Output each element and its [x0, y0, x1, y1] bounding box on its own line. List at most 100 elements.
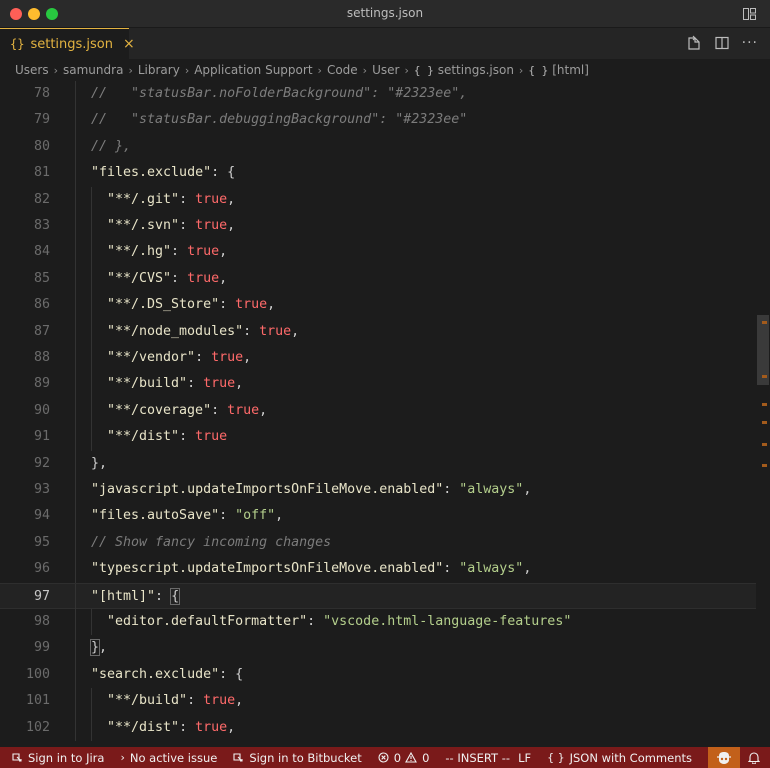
editor-actions: ···	[686, 35, 758, 51]
code-line[interactable]: 86 "**/.DS_Store": true,	[0, 292, 756, 319]
indent-guide	[75, 133, 76, 161]
code-line[interactable]: 84 "**/.hg": true,	[0, 239, 756, 266]
jira-label: Sign in to Jira	[28, 750, 105, 765]
open-file-icon[interactable]	[686, 35, 702, 51]
tab-settings-json[interactable]: {} settings.json ×	[0, 28, 135, 59]
notifications-bell-icon[interactable]	[748, 751, 760, 764]
code-line[interactable]: 100 "search.exclude": {	[0, 661, 756, 689]
line-number: 98	[33, 614, 50, 629]
code-token: "always"	[459, 561, 524, 577]
code-token: ,	[259, 402, 268, 418]
code-token: :	[171, 244, 188, 260]
line-number: 99	[33, 640, 50, 656]
indent-guide	[75, 213, 76, 240]
indent-guide	[75, 583, 76, 610]
line-number: 101	[25, 693, 50, 709]
code-line[interactable]: 82 "**/.git": true,	[0, 186, 756, 213]
code-line[interactable]: 98 "editor.defaultFormatter": "vscode.htm…	[0, 609, 756, 636]
code-line[interactable]: 79 // "statusBar.debuggingBackground": "#…	[0, 107, 756, 134]
code-token: "always"	[459, 482, 524, 497]
code-token: // Show fancy incoming changes	[91, 534, 332, 550]
title-bar: settings.json	[0, 0, 770, 28]
code-line[interactable]: 81 "files.exclude": {	[0, 160, 756, 187]
jira-icon	[12, 753, 22, 762]
editor-scrollbar[interactable]	[756, 81, 770, 747]
code-token: :	[243, 323, 260, 339]
breadcrumb-symbol[interactable]: [html]	[552, 63, 589, 77]
code-line[interactable]: 92},	[0, 450, 756, 477]
line-number: 90	[33, 402, 50, 418]
breadcrumb-item[interactable]: User	[372, 63, 399, 77]
matched-bracket: {	[170, 587, 181, 605]
breadcrumb-separator: ›	[404, 63, 409, 77]
overview-ruler-mark	[762, 403, 767, 406]
indent-guide	[91, 318, 92, 345]
breadcrumb-item[interactable]: samundra	[63, 63, 123, 77]
code-line[interactable]: 87 "**/node_modules": true,	[0, 318, 756, 345]
indent-guide	[75, 688, 76, 715]
code-token: true	[195, 218, 228, 233]
indent-guide	[75, 318, 76, 345]
layout-icon[interactable]	[743, 8, 756, 20]
line-number: 88	[33, 350, 50, 365]
code-token: :	[219, 297, 236, 313]
indent-guide	[75, 503, 76, 530]
code-editor[interactable]: 78 // "statusBar.noFolderBackground": "#2…	[0, 81, 770, 747]
breadcrumb-item[interactable]: Library	[138, 63, 180, 77]
code-line[interactable]: 85 "**/CVS": true,	[0, 265, 756, 293]
code-token: :	[443, 482, 460, 497]
indent-guide	[91, 424, 92, 451]
code-line[interactable]: 80 // },	[0, 133, 756, 161]
current-code-line[interactable]: 97 "[html]": {	[0, 582, 756, 610]
active-issue[interactable]: › No active issue	[120, 751, 217, 765]
code-token: "off"	[235, 508, 276, 524]
code-line[interactable]: 89 "**/build": true,	[0, 371, 756, 398]
code-line[interactable]: 83 "**/.svn": true,	[0, 213, 756, 240]
code-token: },	[91, 455, 108, 471]
code-line[interactable]: 90 "**/coverage": true,	[0, 397, 756, 425]
copilot-icon	[717, 751, 731, 764]
code-line[interactable]: 91 "**/dist": true	[0, 424, 756, 451]
end-of-line[interactable]: LF	[518, 751, 531, 765]
breadcrumb-item[interactable]: Application Support	[194, 63, 312, 77]
indent-guide	[75, 107, 76, 134]
breadcrumb-item[interactable]: Users	[15, 63, 49, 77]
code-line[interactable]: 95 // Show fancy incoming changes	[0, 529, 756, 557]
indent-guide	[75, 345, 76, 372]
problems-indicator[interactable]: 0 0	[378, 750, 430, 765]
code-line[interactable]: 96 "typescript.updateImportsOnFileMove.en…	[0, 556, 756, 583]
indent-guide	[75, 556, 76, 583]
breadcrumb-item[interactable]: Code	[327, 63, 358, 77]
bitbucket-sign-in[interactable]: Sign in to Bitbucket	[233, 751, 362, 765]
code-text: "files.exclude": {	[91, 160, 235, 186]
language-mode[interactable]: { } JSON with Comments	[547, 751, 692, 765]
indent-guide	[75, 714, 76, 741]
json-file-icon: {}	[10, 37, 25, 51]
line-number: 81	[33, 165, 50, 181]
code-text: "**/.svn": true,	[107, 213, 235, 239]
line-number: 97	[33, 588, 50, 604]
close-icon[interactable]: ×	[123, 36, 135, 52]
code-line[interactable]: 78 // "statusBar.noFolderBackground": "#2…	[0, 81, 756, 108]
code-token: "**/.hg"	[107, 244, 172, 260]
jira-sign-in[interactable]: Sign in to Jira	[12, 751, 104, 765]
indent-guide	[91, 265, 92, 293]
code-text: "typescript.updateImportsOnFileMove.enab…	[91, 556, 531, 582]
code-text: "**/node_modules": true,	[107, 319, 299, 345]
status-bar-right: LF { } JSON with Comments	[518, 747, 770, 768]
copilot-button[interactable]	[708, 747, 740, 768]
code-line[interactable]: 99},	[0, 635, 756, 662]
code-token: :	[155, 588, 172, 604]
code-line[interactable]: 93 "javascript.updateImportsOnFileMove.en…	[0, 477, 756, 504]
code-line[interactable]: 101 "**/build": true,	[0, 688, 756, 715]
split-editor-icon[interactable]	[714, 35, 730, 51]
more-actions-icon[interactable]: ···	[742, 36, 758, 50]
code-token: // },	[91, 138, 132, 154]
code-line[interactable]: 88 "**/vendor": true,	[0, 345, 756, 372]
code-line[interactable]: 94 "files.autoSave": "off",	[0, 503, 756, 530]
indent-guide	[75, 477, 76, 504]
warning-count: 0	[422, 750, 430, 765]
breadcrumb-file[interactable]: settings.json	[438, 63, 514, 77]
status-bar: Sign in to Jira › No active issue Sign i…	[0, 747, 770, 768]
code-line[interactable]: 102 "**/dist": true,	[0, 714, 756, 741]
